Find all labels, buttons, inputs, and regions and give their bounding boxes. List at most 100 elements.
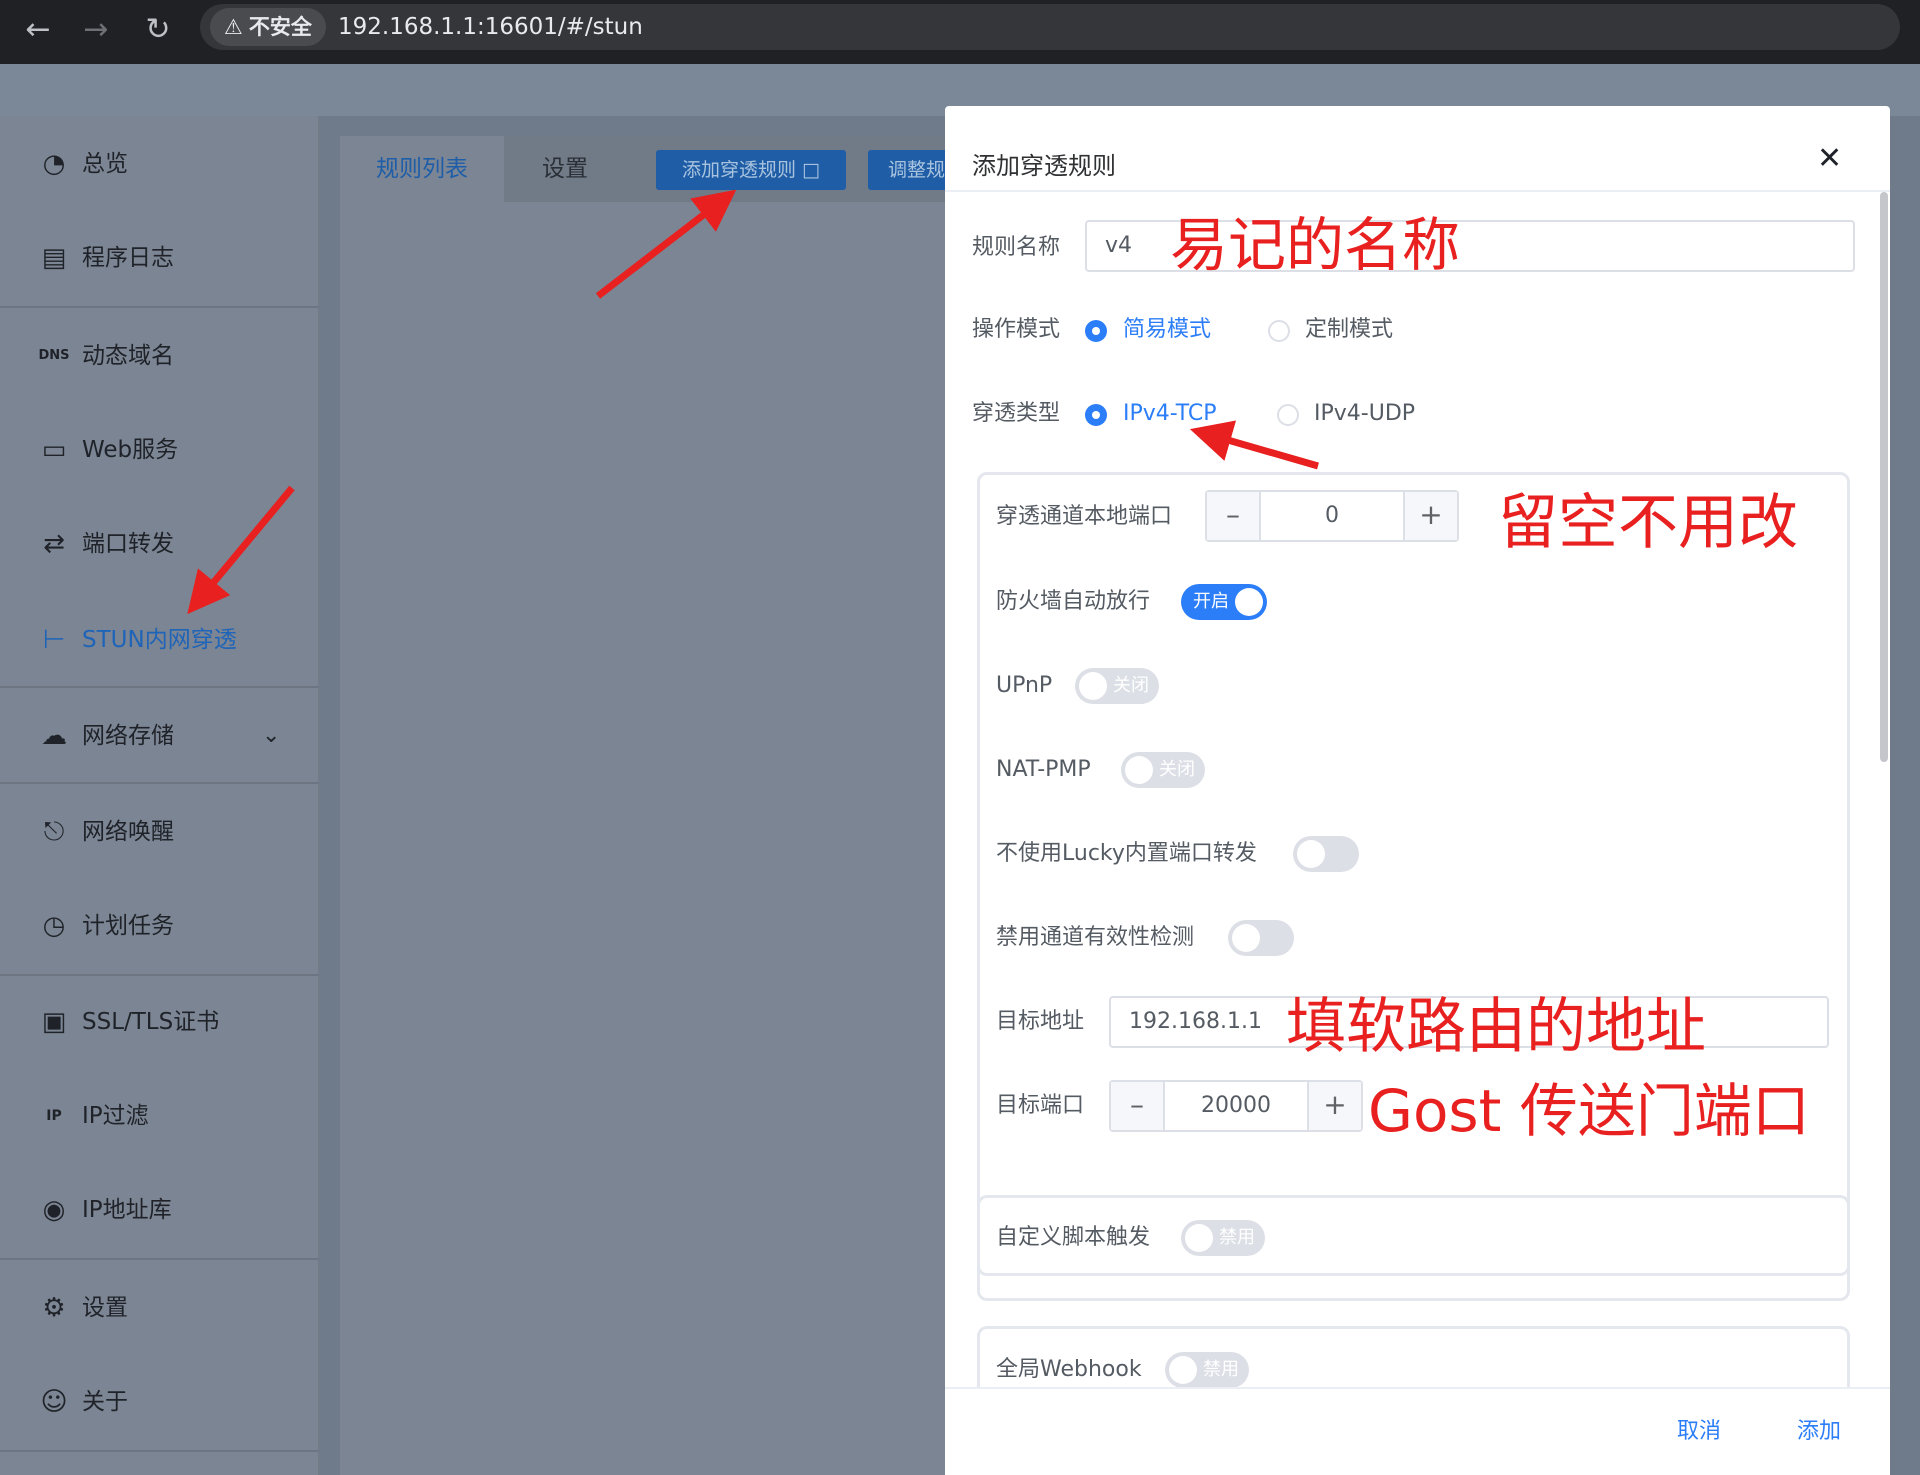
toggle-state-text: 关闭 [1159,759,1195,780]
toggle-knob [1125,756,1153,784]
reload-button[interactable]: ↻ [136,8,180,52]
certificate-icon: ▣ [41,1007,67,1037]
rule-name-value: v4 [1105,233,1133,258]
sidebar-item-label: 网络存储 [82,723,174,749]
sidebar-item-stun[interactable]: ⊢ STUN内网穿透 [0,604,318,676]
arrow-left-icon: ← [25,12,51,47]
custom-script-toggle[interactable]: 禁用 [1181,1220,1265,1256]
forward-button[interactable]: → [74,8,118,52]
increment-button[interactable]: + [1403,492,1457,540]
add-rule-button[interactable]: 添加穿透规则 □ [656,150,846,190]
tab-settings[interactable]: 设置 [505,136,625,202]
port-forward-icon: ⇄ [43,529,65,559]
sidebar-item-web-service[interactable]: ▭ Web服务 [0,414,318,486]
sidebar-item-network-storage[interactable]: ☁ 网络存储 ⌄ [0,700,318,772]
tab-rule-list[interactable]: 规则列表 [340,136,504,202]
add-button[interactable]: 添加 [1797,1416,1841,1448]
ip-database-icon: ◉ [42,1195,66,1225]
sidebar-item-about[interactable]: ☺ 关于 [0,1366,318,1438]
sidebar-item-label: 端口转发 [82,531,174,557]
sidebar-item-port-forward[interactable]: ⇄ 端口转发 [0,508,318,580]
sidebar-item-label: 网络唤醒 [82,819,174,845]
rule-name-label: 规则名称 [972,235,1061,260]
mode-custom-radio[interactable] [1268,320,1290,342]
decrement-button[interactable]: – [1111,1082,1165,1130]
no-builtin-forward-label: 不使用Lucky内置端口转发 [996,841,1257,866]
toggle-state-text: 开启 [1193,591,1229,612]
target-port-value[interactable]: 20000 [1165,1082,1307,1130]
url-text[interactable]: 192.168.1.1:16601/#/stun [338,8,643,46]
target-address-value: 192.168.1.1 [1129,1009,1262,1034]
sidebar-item-label: 总览 [82,151,128,177]
gear-icon: ⚙ [42,1293,66,1323]
local-port-stepper[interactable]: – 0 + [1205,490,1459,542]
stun-icon: ⊢ [42,625,66,655]
global-webhook-label: 全局Webhook [996,1357,1142,1382]
sidebar-item-ip-filter[interactable]: IP IP过滤 [0,1080,318,1152]
custom-script-label: 自定义脚本触发 [996,1225,1151,1250]
increment-button[interactable]: + [1307,1082,1361,1130]
sidebar-item-wake-on-lan[interactable]: ⎋ 网络唤醒 [0,796,318,868]
type-ipv4-udp-label[interactable]: IPv4-UDP [1314,398,1415,430]
sidebar-item-label: 程序日志 [82,245,174,271]
toggle-knob [1169,1356,1197,1384]
security-indicator[interactable]: ⚠ 不安全 [210,8,326,46]
dns-icon: DNS [38,348,70,363]
disable-check-label: 禁用通道有效性检测 [996,925,1195,950]
close-button[interactable]: ✕ [1817,144,1842,174]
disable-check-toggle[interactable] [1228,920,1294,956]
target-port-stepper[interactable]: – 20000 + [1109,1080,1363,1132]
sidebar-item-label: 关于 [82,1389,128,1415]
sidebar-divider [0,306,318,308]
upnp-toggle[interactable]: 关闭 [1075,668,1159,704]
nat-pmp-toggle[interactable]: 关闭 [1121,752,1205,788]
dialog-footer [945,1389,1890,1475]
close-icon: ✕ [1817,141,1843,176]
local-port-value[interactable]: 0 [1261,492,1403,540]
cancel-button[interactable]: 取消 [1677,1416,1721,1448]
type-ipv4-tcp-label[interactable]: IPv4-TCP [1123,398,1216,430]
sidebar-divider [0,974,318,976]
toggle-knob [1185,1224,1213,1252]
sidebar-item-overview[interactable]: ◔ 总览 [0,128,318,200]
annotation-address-note: 填软路由的地址 [1286,992,1706,1062]
sidebar-item-label: SSL/TLS证书 [82,1009,220,1035]
firewall-toggle[interactable]: 开启 [1181,584,1267,620]
nat-pmp-label: NAT-PMP [996,757,1091,782]
sidebar-divider [0,782,318,784]
type-ipv4-tcp-radio[interactable] [1085,404,1107,426]
sidebar-item-label: 设置 [82,1295,128,1321]
dialog-scrollbar[interactable] [1880,192,1888,762]
sidebar: ◔ 总览 ▤ 程序日志 DNS 动态域名 ▭ Web服务 ⇄ 端口转发 ⊢ ST… [0,116,320,1475]
footer-divider [945,1387,1890,1389]
mode-simple-label[interactable]: 简易模式 [1123,314,1211,346]
sidebar-item-ssl[interactable]: ▣ SSL/TLS证书 [0,986,318,1058]
no-builtin-forward-toggle[interactable] [1293,836,1359,872]
ip-filter-icon: IP [46,1108,62,1124]
mode-simple-radio[interactable] [1085,320,1107,342]
toggle-state-text: 禁用 [1203,1359,1239,1380]
sidebar-item-ddns[interactable]: DNS 动态域名 [0,320,318,392]
upnp-label: UPnP [996,673,1053,698]
toggle-state-text: 关闭 [1113,675,1149,696]
decrement-button[interactable]: – [1207,492,1261,540]
sidebar-item-label: 动态域名 [82,343,174,369]
sidebar-item-logs[interactable]: ▤ 程序日志 [0,222,318,294]
sidebar-item-ip-database[interactable]: ◉ IP地址库 [0,1174,318,1246]
reload-icon: ↻ [145,12,171,47]
mode-custom-label[interactable]: 定制模式 [1305,314,1393,346]
clock-icon: ◷ [42,911,66,941]
back-button[interactable]: ← [16,8,60,52]
web-service-icon: ▭ [41,435,67,465]
toggle-knob [1079,672,1107,700]
sidebar-divider [0,686,318,688]
global-webhook-toggle[interactable]: 禁用 [1165,1352,1249,1388]
sidebar-item-scheduled-tasks[interactable]: ◷ 计划任务 [0,890,318,962]
sidebar-item-settings[interactable]: ⚙ 设置 [0,1272,318,1344]
sidebar-divider [0,1450,318,1452]
toggle-state-text: 禁用 [1219,1227,1255,1248]
about-icon: ☺ [40,1387,68,1417]
main-content [340,136,960,1475]
annotation-target-port-note: Gost 传送门端口 [1368,1077,1810,1145]
type-ipv4-udp-radio[interactable] [1277,404,1299,426]
